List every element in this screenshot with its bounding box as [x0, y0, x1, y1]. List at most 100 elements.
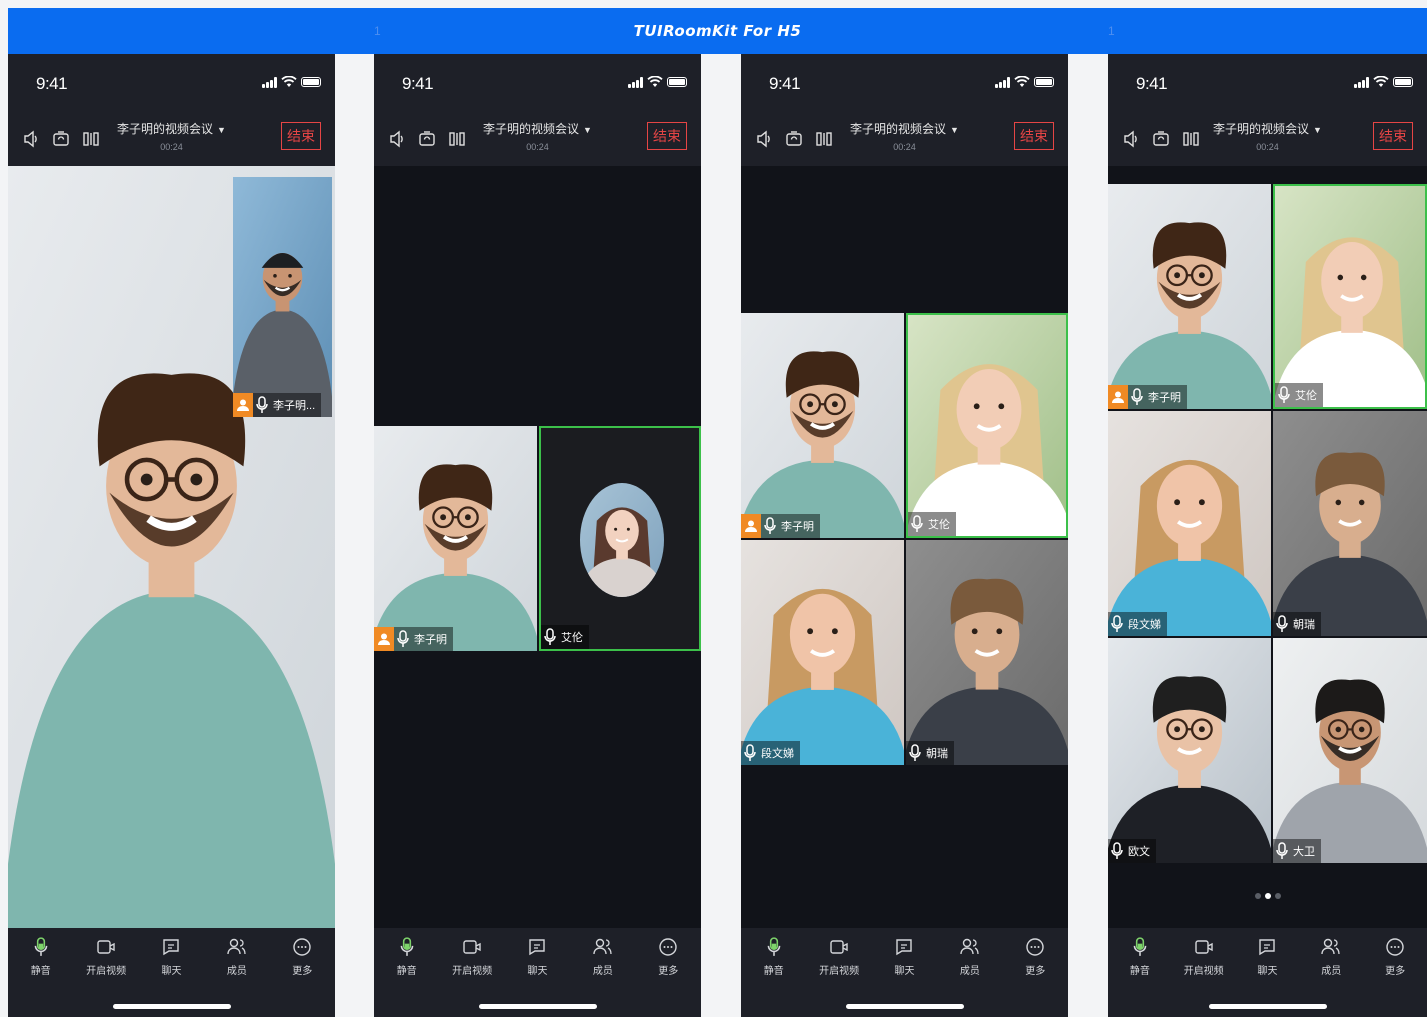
page-dot[interactable] [1254, 893, 1261, 899]
status-time: 9:41 [402, 74, 434, 93]
control-chat-button[interactable]: 聊天 [143, 936, 199, 977]
battery-icon [301, 77, 321, 87]
video-tile[interactable]: 李子明 [741, 313, 904, 538]
control-members-button[interactable]: 成员 [209, 936, 265, 977]
control-camera-button[interactable]: 开启视频 [811, 936, 867, 977]
control-bar: 静音 开启视频 聊天 成员 更多 [8, 928, 335, 1017]
video-tile[interactable]: 李子明... [233, 177, 332, 417]
end-button[interactable]: 结束 [281, 122, 321, 150]
name-tag: 李子明... [233, 393, 322, 417]
camera-icon [95, 936, 117, 958]
participant-name: 段文娣 [1128, 619, 1161, 631]
mic-icon [1273, 612, 1291, 636]
caret-down-icon: ▼ [1313, 125, 1322, 135]
control-mic-button[interactable]: 静音 [379, 936, 435, 977]
control-label: 更多 [292, 966, 313, 977]
mic-icon [253, 393, 271, 417]
participant-name: 李子明 [1148, 392, 1181, 404]
mic-icon [30, 936, 52, 958]
room-header: 李子明的视频会议 ▼ 00:24 结束 [1108, 112, 1427, 166]
control-bar: 静音 开启视频 聊天 成员 更多 [1108, 928, 1427, 1017]
chat-icon [893, 936, 915, 958]
video-tile[interactable]: 艾伦 [539, 426, 701, 651]
control-mic-button[interactable]: 静音 [746, 936, 802, 977]
status-icons [262, 76, 321, 88]
status-icons [1354, 76, 1413, 88]
chat-icon [1256, 936, 1278, 958]
end-button[interactable]: 结束 [1014, 122, 1054, 150]
end-button[interactable]: 结束 [1373, 122, 1413, 150]
video-tile[interactable]: 大卫 [1273, 638, 1427, 863]
participant-video [906, 540, 1068, 765]
room-header: 李子明的视频会议 ▼ 00:24 结束 [741, 112, 1068, 166]
video-tile[interactable]: 段文娣 [741, 540, 904, 765]
page-dot[interactable] [1264, 893, 1271, 899]
video-tile[interactable]: 朝瑞 [1273, 411, 1427, 636]
control-camera-button[interactable]: 开启视频 [444, 936, 500, 977]
mic-icon [1129, 936, 1151, 958]
mic-icon [394, 627, 412, 651]
video-tile[interactable]: 李子明 [374, 426, 537, 651]
video-tile[interactable]: 李子明 [1108, 184, 1271, 409]
video-tile[interactable]: 艾伦 [906, 313, 1068, 538]
control-mic-button[interactable]: 静音 [13, 936, 69, 977]
control-label: 更多 [658, 966, 679, 977]
room-header: 李子明的视频会议 ▼ 00:24 结束 [374, 112, 701, 166]
mic-icon [763, 936, 785, 958]
control-members-button[interactable]: 成员 [942, 936, 998, 977]
control-camera-button[interactable]: 开启视频 [1176, 936, 1232, 977]
control-chat-button[interactable]: 聊天 [509, 936, 565, 977]
battery-icon [1034, 77, 1054, 87]
control-more-button[interactable]: 更多 [1007, 936, 1063, 977]
control-camera-button[interactable]: 开启视频 [78, 936, 134, 977]
participant-name: 欧文 [1128, 846, 1150, 858]
page-indicator[interactable] [1108, 893, 1427, 899]
status-time: 9:41 [36, 74, 68, 93]
control-chat-button[interactable]: 聊天 [1239, 936, 1295, 977]
control-label: 开启视频 [819, 966, 860, 977]
control-label: 静音 [763, 966, 784, 977]
control-more-button[interactable]: 更多 [1367, 936, 1423, 977]
end-button[interactable]: 结束 [647, 122, 687, 150]
status-icons [628, 76, 687, 88]
status-bar: 9:41 [1108, 54, 1427, 112]
host-icon [233, 393, 253, 417]
name-tag: 朝瑞 [906, 741, 954, 765]
control-label: 成员 [592, 966, 613, 977]
members-icon [1320, 936, 1342, 958]
video-tile[interactable]: 段文娣 [1108, 411, 1271, 636]
more-icon [291, 936, 313, 958]
control-label: 更多 [1025, 966, 1046, 977]
control-chat-button[interactable]: 聊天 [876, 936, 932, 977]
participant-name: 段文娣 [761, 748, 794, 760]
video-tile[interactable]: 朝瑞 [906, 540, 1068, 765]
name-tag: 李子明 [1108, 385, 1187, 409]
participant-name: 李子明 [781, 521, 814, 533]
control-items: 静音 开启视频 聊天 成员 更多 [741, 936, 1068, 977]
control-more-button[interactable]: 更多 [274, 936, 330, 977]
chat-icon [526, 936, 548, 958]
mic-icon [1273, 839, 1291, 863]
participant-video [233, 177, 332, 417]
name-tag: 艾伦 [1275, 383, 1323, 407]
banner-mark: 1 [374, 24, 381, 38]
host-icon [374, 627, 394, 651]
video-stage: 李子明 艾伦段文娣 朝瑞欧文 大卫 [1108, 166, 1427, 928]
participant-name: 朝瑞 [1293, 619, 1315, 631]
control-more-button[interactable]: 更多 [640, 936, 696, 977]
participant-name: 朝瑞 [926, 748, 948, 760]
camera-icon [1193, 936, 1215, 958]
participant-video [741, 540, 904, 765]
participant-name: 艾伦 [928, 519, 950, 531]
control-members-button[interactable]: 成员 [575, 936, 631, 977]
page-dot[interactable] [1274, 893, 1281, 899]
video-tile[interactable]: 艾伦 [1273, 184, 1427, 409]
mic-icon [906, 741, 924, 765]
video-tile[interactable]: 欧文 [1108, 638, 1271, 863]
control-label: 聊天 [1257, 966, 1278, 977]
control-members-button[interactable]: 成员 [1303, 936, 1359, 977]
control-label: 开启视频 [86, 966, 127, 977]
participant-video [1273, 638, 1427, 863]
participant-name: 大卫 [1293, 846, 1315, 858]
control-mic-button[interactable]: 静音 [1112, 936, 1168, 977]
